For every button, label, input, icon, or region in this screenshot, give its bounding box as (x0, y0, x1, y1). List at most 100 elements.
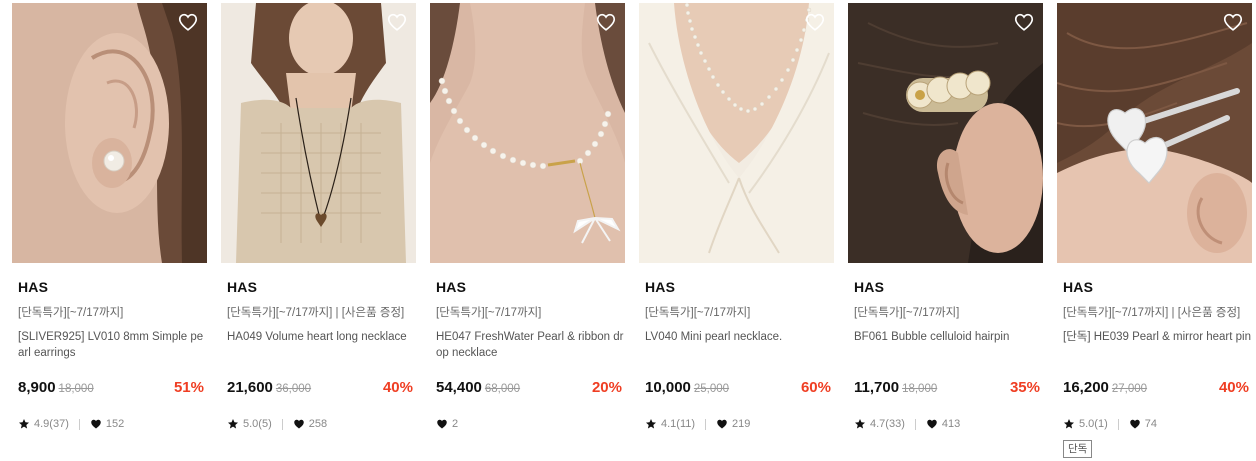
heart-outline-icon (387, 13, 407, 31)
heart-filled-icon (927, 419, 937, 429)
mini-pearl-necklace-photo (639, 3, 834, 263)
discount-rate: 51% (173, 379, 204, 396)
product-image[interactable] (848, 3, 1043, 263)
divider (705, 418, 707, 430)
product-card[interactable]: HAS [단독특가][~7/17까지] LV040 Mini pearl nec… (639, 3, 834, 461)
brand-name[interactable]: HAS (436, 279, 466, 295)
product-image[interactable] (430, 3, 625, 263)
price-row: 21,600 36,000 40% (227, 379, 413, 399)
promo-tag: [단독특가][~7/17까지] | [사은품 증정] (227, 307, 405, 319)
divider (78, 418, 80, 430)
product-grid: HAS [단독특가][~7/17까지] [SLIVER925] LV010 8m… (12, 3, 1252, 461)
exclusive-badge: 단독 (1063, 440, 1093, 458)
brand-name[interactable]: HAS (854, 279, 884, 295)
star-icon (1064, 419, 1074, 429)
product-card[interactable]: HAS [단독특가][~7/17까지] BF061 Bubble cellulo… (848, 3, 1043, 461)
heart-filled-icon (437, 419, 447, 429)
star-icon (19, 419, 29, 429)
review-meta: 4.7(33) 413 (854, 416, 960, 432)
product-image[interactable] (12, 3, 207, 263)
product-card[interactable]: HAS [단독특가][~7/17까지] | [사은품 증정] HA049 Vol… (221, 3, 416, 461)
price-row: 10,000 25,000 60% (645, 379, 831, 399)
price-row: 11,700 18,000 35% (854, 379, 1040, 399)
sale-price: 11,700 (854, 379, 900, 396)
divider (914, 418, 916, 430)
likes-count: 219 (732, 418, 751, 430)
wishlist-button[interactable] (1013, 11, 1035, 33)
original-price: 27,000 (1111, 383, 1148, 395)
product-name[interactable]: HE047 FreshWater Pearl & ribbon drop nec… (436, 329, 624, 361)
price-row: 54,400 68,000 20% (436, 379, 622, 399)
product-image[interactable] (1057, 3, 1252, 263)
price-row: 8,900 18,000 51% (18, 379, 204, 399)
brand-name[interactable]: HAS (227, 279, 257, 295)
heart-filled-icon (1130, 419, 1140, 429)
review-meta: 2 (436, 416, 458, 432)
heart-filled-icon (717, 419, 727, 429)
original-price: 36,000 (275, 383, 312, 395)
heart-hairpin-photo (1057, 3, 1252, 263)
likes-count: 74 (1144, 418, 1157, 430)
heart-filled-icon (294, 419, 304, 429)
review-meta: 4.9(37) 152 (18, 416, 124, 432)
product-card[interactable]: HAS [단독특가][~7/17까지] [SLIVER925] LV010 8m… (12, 3, 207, 461)
product-card[interactable]: HAS [단독특가][~7/17까지] | [사은품 증정] [단독] HE03… (1057, 3, 1252, 461)
rating-text: 5.0(5) (243, 418, 272, 430)
celluloid-hairpin-photo (848, 3, 1043, 263)
rating-text: 5.0(1) (1079, 418, 1108, 430)
heart-outline-icon (805, 13, 825, 31)
original-price: 18,000 (58, 383, 94, 395)
sale-price: 54,400 (436, 379, 482, 396)
heart-outline-icon (178, 13, 198, 31)
rating-text: 4.1(11) (661, 418, 696, 430)
original-price: 68,000 (484, 383, 521, 395)
product-card[interactable]: HAS [단독특가][~7/17까지] HE047 FreshWater Pea… (430, 3, 625, 461)
product-name[interactable]: [SLIVER925] LV010 8mm Simple pearl earri… (18, 329, 206, 361)
product-name[interactable]: BF061 Bubble celluloid hairpin (854, 329, 1042, 345)
heart-outline-icon (1014, 13, 1034, 31)
sale-price: 8,900 (18, 379, 56, 396)
review-meta: 4.1(11) 219 (645, 416, 750, 432)
discount-rate: 35% (1009, 379, 1040, 396)
price-row: 16,200 27,000 40% (1063, 379, 1249, 399)
sale-price: 16,200 (1063, 379, 1109, 396)
product-image[interactable] (639, 3, 834, 263)
original-price: 25,000 (693, 383, 730, 395)
discount-rate: 40% (1218, 379, 1249, 396)
rating-text: 4.9(37) (34, 418, 69, 430)
review-meta: 5.0(1) 74 (1063, 416, 1157, 432)
wishlist-button[interactable] (177, 11, 199, 33)
wishlist-button[interactable] (804, 11, 826, 33)
star-icon (855, 419, 865, 429)
product-name[interactable]: LV040 Mini pearl necklace. (645, 329, 833, 345)
product-name[interactable]: [단독] HE039 Pearl & mirror heart pin (1063, 329, 1251, 345)
product-image[interactable] (221, 3, 416, 263)
promo-tag: [단독특가][~7/17까지] (436, 307, 542, 319)
product-name[interactable]: HA049 Volume heart long necklace (227, 329, 415, 345)
sale-price: 10,000 (645, 379, 691, 396)
wishlist-button[interactable] (1222, 11, 1244, 33)
star-icon (646, 419, 656, 429)
likes-count: 152 (105, 418, 125, 430)
promo-tag: [단독특가][~7/17까지] (18, 307, 124, 319)
heart-outline-icon (1223, 13, 1243, 31)
brand-name[interactable]: HAS (18, 279, 48, 295)
brand-name[interactable]: HAS (645, 279, 675, 295)
divider (1117, 418, 1119, 430)
heart-necklace-photo (221, 3, 416, 263)
brand-name[interactable]: HAS (1063, 279, 1093, 295)
review-meta: 5.0(5) 258 (227, 416, 327, 432)
star-icon (228, 419, 238, 429)
heart-filled-icon (91, 419, 101, 429)
discount-rate: 40% (382, 379, 413, 396)
pearl-ribbon-necklace-photo (430, 3, 625, 263)
discount-rate: 20% (591, 379, 622, 396)
likes-count: 413 (941, 418, 961, 430)
promo-tag: [단독특가][~7/17까지] (645, 307, 751, 319)
divider (281, 418, 283, 430)
likes-count: 2 (452, 418, 459, 430)
promo-tag: [단독특가][~7/17까지] (854, 307, 960, 319)
pearl-earring-photo (12, 3, 207, 263)
wishlist-button[interactable] (386, 11, 408, 33)
wishlist-button[interactable] (595, 11, 617, 33)
